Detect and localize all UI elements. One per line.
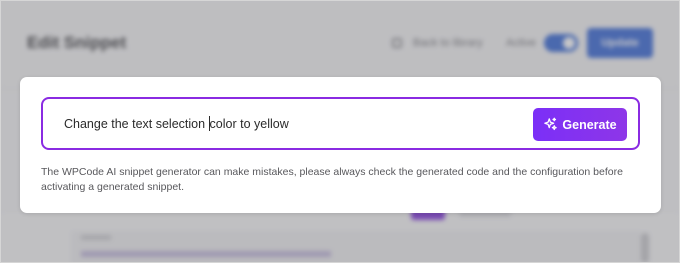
prompt-text-before: Change the text selection [64,117,209,131]
prompt-input[interactable]: Change the text selection color to yello… [41,97,640,150]
prompt-value: Change the text selection color to yello… [64,115,289,133]
disclaimer-text: The WPCode AI snippet generator can make… [41,166,623,193]
generate-button[interactable]: Generate [533,108,627,141]
ai-generator-modal: Change the text selection color to yello… [20,77,661,213]
screen: Edit Snippet Back to library Active Upda… [0,0,680,263]
generate-label: Generate [562,117,617,132]
sparkles-icon [544,117,558,131]
prompt-text-after: color to yellow [209,117,289,131]
